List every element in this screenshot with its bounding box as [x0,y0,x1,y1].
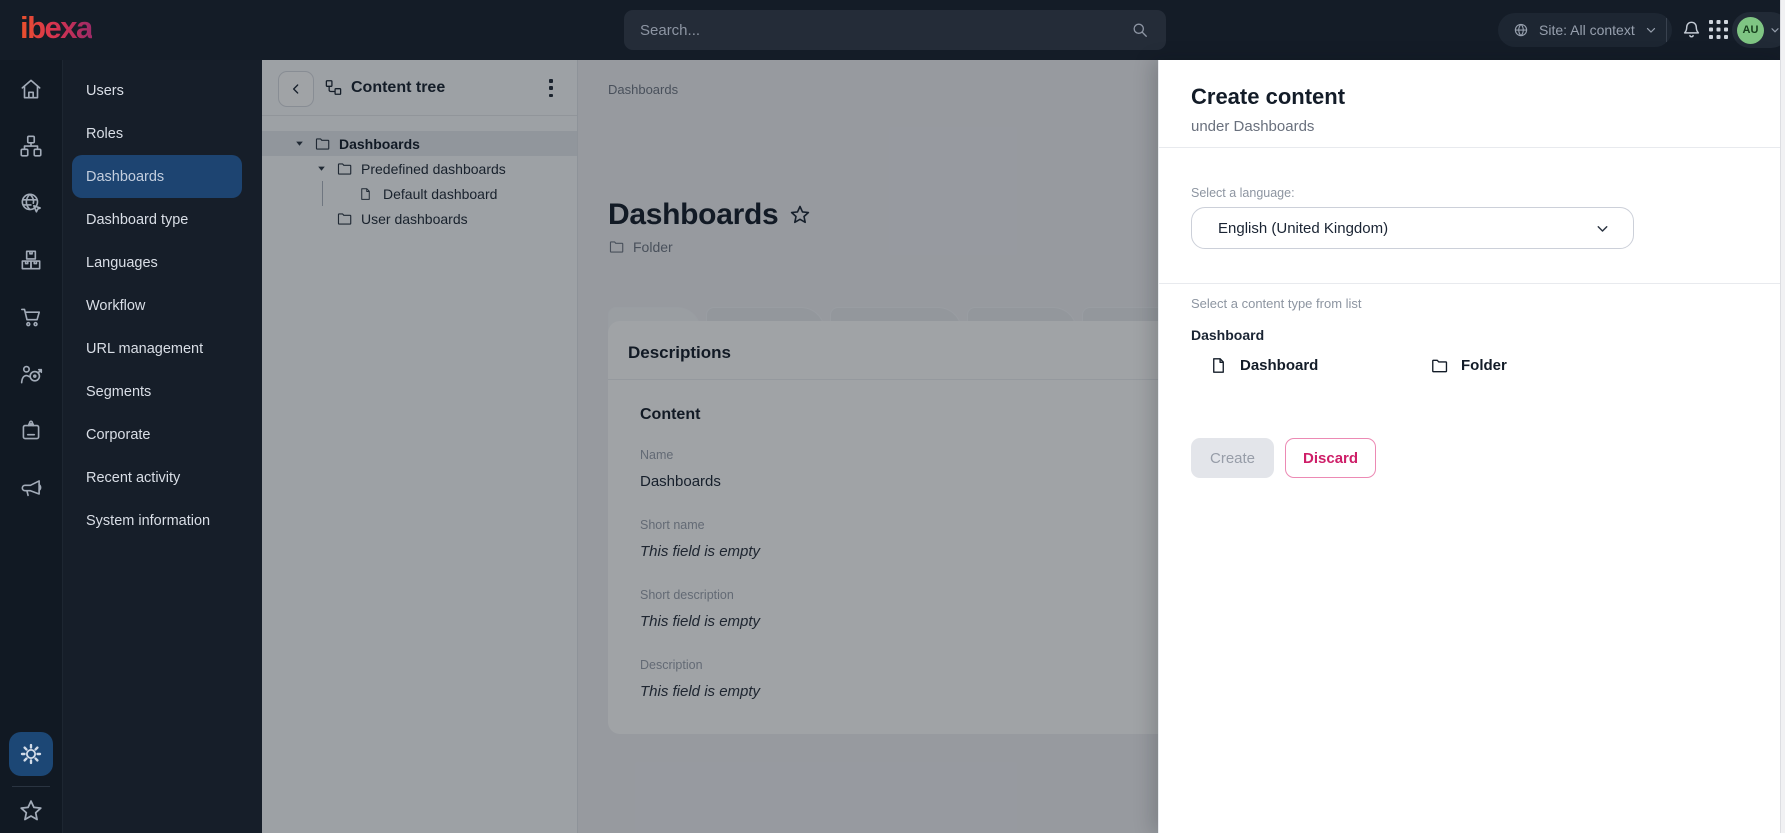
search-placeholder: Search... [640,22,1130,39]
site-context-label: Site: All context [1539,22,1635,38]
content-type-option-folder[interactable]: Folder [1430,356,1651,375]
page-scrollbar[interactable] [1780,0,1785,833]
user-menu[interactable]: AU [1732,12,1785,48]
content-type-group-label: Dashboard [1191,327,1264,343]
star-icon[interactable] [17,797,45,825]
language-select[interactable]: English (United Kingdom) [1191,207,1634,249]
avatar: AU [1737,17,1764,44]
notifications-bell-icon[interactable] [1680,18,1703,41]
home-icon[interactable] [18,76,44,102]
sidebar-item-recent-activity[interactable]: Recent activity [63,456,262,499]
sidebar-item-dashboards[interactable]: Dashboards [72,155,242,198]
rail-divider [12,786,50,787]
activity-megaphone-icon[interactable] [18,475,44,501]
content-structure-icon[interactable] [18,133,44,159]
ibexa-logo: ibexa [20,10,92,46]
site-context-selector[interactable]: Site: All context [1498,13,1672,47]
content-type-list-label: Select a content type from list [1191,296,1362,311]
content-type-option-dashboard[interactable]: Dashboard [1209,356,1430,375]
rail-bottom [9,732,53,833]
sidebar-item-workflow[interactable]: Workflow [63,284,262,327]
sidebar-item-system-information[interactable]: System information [63,499,262,542]
marketing-target-icon[interactable] [18,361,44,387]
sidebar-item-corporate[interactable]: Corporate [63,413,262,456]
commerce-cart-icon[interactable] [18,304,44,330]
gear-icon[interactable] [9,732,53,776]
content-type-option-label[interactable]: Folder [1461,357,1507,374]
search-input[interactable]: Search... [624,10,1166,50]
chevron-down-icon [1594,220,1611,237]
admin-sidebar: Users Roles Dashboards Dashboard type La… [63,60,262,833]
app-grid-icon[interactable] [1708,19,1729,40]
sidebar-item-segments[interactable]: Segments [63,370,262,413]
products-boxes-icon[interactable] [18,247,44,273]
globe-icon [1512,21,1530,39]
discard-button[interactable]: Discard [1285,438,1376,478]
search-icon[interactable] [1130,20,1150,40]
language-select-value: English (United Kingdom) [1218,220,1594,237]
panel-divider [1159,283,1785,284]
personnel-badge-icon[interactable] [18,418,44,444]
sidebar-item-users[interactable]: Users [63,69,262,112]
sidebar-item-roles[interactable]: Roles [63,112,262,155]
sidebar-item-url-management[interactable]: URL management [63,327,262,370]
create-button[interactable]: Create [1191,438,1274,478]
chevron-down-icon [1644,23,1658,37]
site-globe-icon[interactable] [18,190,44,216]
icon-rail [0,60,63,833]
document-icon [1209,356,1228,375]
topbar-divider [1666,18,1667,42]
create-content-panel: Create content under Dashboards Select a… [1158,60,1785,833]
panel-subtitle: under Dashboards [1191,118,1314,135]
panel-divider [1159,147,1785,148]
app-screen: ibexa Search... Site: All context [0,0,1785,833]
modal-backdrop[interactable] [262,60,1158,833]
sidebar-item-languages[interactable]: Languages [63,241,262,284]
sidebar-item-dashboard-type[interactable]: Dashboard type [63,198,262,241]
folder-icon [1430,356,1449,375]
language-label: Select a language: [1191,186,1295,200]
top-bar: ibexa Search... Site: All context [0,0,1785,60]
content-type-option-label[interactable]: Dashboard [1240,357,1318,374]
panel-title: Create content [1191,84,1345,110]
